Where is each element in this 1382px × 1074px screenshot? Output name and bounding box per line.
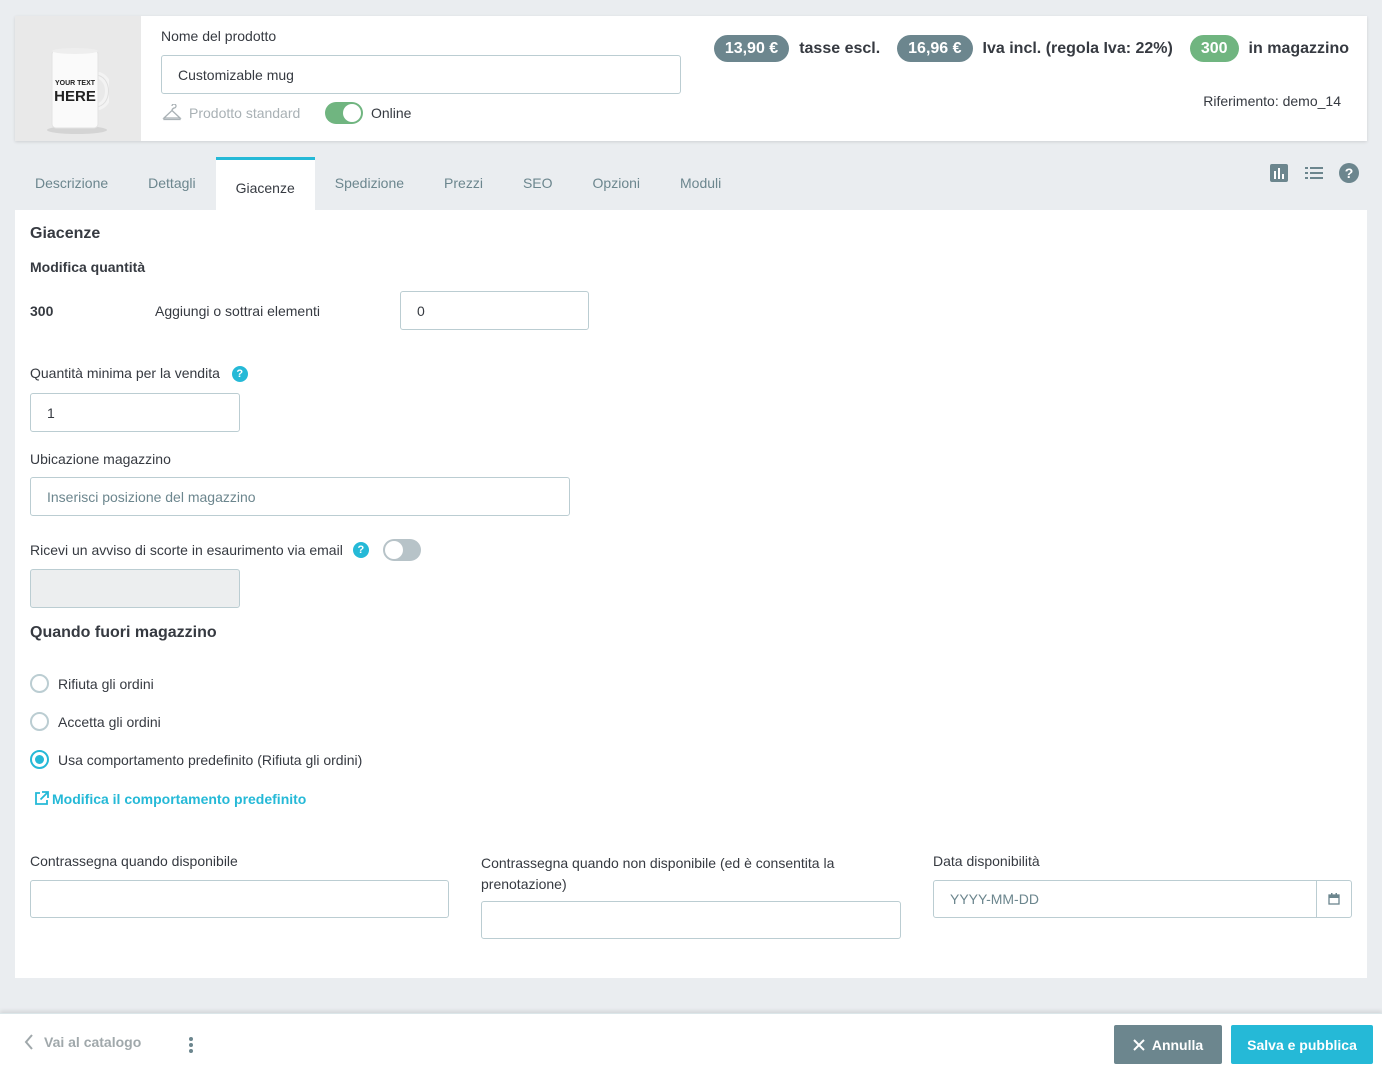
radio-accept-orders[interactable]: Accetta gli ordini: [30, 712, 161, 731]
price-incl-badge: 16,96 €: [897, 35, 973, 62]
calendar-icon: [1328, 893, 1340, 905]
back-to-catalog[interactable]: Vai al catalogo: [24, 1034, 141, 1050]
radio-deny-orders[interactable]: Rifiuta gli ordini: [30, 674, 154, 693]
reference: Riferimento: demo_14: [1203, 93, 1341, 109]
unavailable-label: Contrassegna quando non disponibile (ed …: [481, 855, 835, 892]
edit-default-label: Modifica il comportamento predefinito: [52, 790, 307, 807]
min-qty-label: Quantità minima per la vendita: [30, 365, 220, 381]
price-excl-badge: 13,90 €: [713, 35, 790, 62]
min-qty-input[interactable]: 1: [30, 393, 240, 432]
more-options-icon[interactable]: [188, 1036, 194, 1057]
current-quantity: 300: [30, 303, 54, 319]
tab-dettagli[interactable]: Dettagli: [128, 157, 215, 210]
radio-label: Accetta gli ordini: [58, 713, 161, 730]
low-stock-threshold-input: [30, 569, 240, 608]
radio-button[interactable]: [30, 674, 49, 693]
available-input[interactable]: [30, 880, 449, 918]
tab-descrizione[interactable]: Descrizione: [15, 157, 128, 210]
tab-tools: ?: [1268, 162, 1373, 187]
low-stock-row: Ricevi un avviso di scorte in esauriment…: [30, 539, 421, 561]
list-icon[interactable]: [1303, 162, 1325, 187]
min-qty-row: Quantità minima per la vendita ?: [30, 365, 248, 383]
product-type-label: Prodotto standard: [189, 105, 301, 121]
product-type[interactable]: Prodotto standard: [162, 104, 300, 122]
tab-moduli[interactable]: Moduli: [660, 157, 741, 210]
footer-bar: Vai al catalogo Annulla Salva e pubblica: [0, 1013, 1382, 1074]
panel-title: Giacenze: [30, 225, 101, 242]
low-stock-toggle[interactable]: [382, 539, 421, 561]
cancel-button[interactable]: Annulla: [1114, 1025, 1222, 1064]
product-name-input[interactable]: Customizable mug: [161, 55, 681, 94]
available-label: Contrassegna quando disponibile: [30, 853, 238, 869]
external-link-icon: [35, 791, 49, 805]
help-icon[interactable]: ?: [1338, 162, 1360, 187]
date-label: Data disponibilità: [933, 853, 1040, 869]
hanger-icon: [162, 104, 182, 121]
price-incl-label: Iva incl. (regola Iva: 22%): [982, 39, 1173, 57]
help-icon[interactable]: ?: [352, 542, 369, 558]
stock-label: in magazzino: [1248, 39, 1349, 57]
radio-label: Usa comportamento predefinito (Rifiuta g…: [58, 751, 363, 768]
radio-button[interactable]: [30, 712, 49, 731]
radio-button[interactable]: [30, 750, 49, 769]
save-publish-button[interactable]: Salva e pubblica: [1231, 1025, 1373, 1064]
stock-panel: Giacenze Modifica quantità 300 Aggiungi …: [15, 210, 1367, 978]
add-quantity-input[interactable]: 0: [400, 291, 589, 330]
online-label: Online: [371, 105, 412, 121]
stock-badge: 300: [1189, 35, 1239, 62]
calendar-button[interactable]: [1316, 881, 1351, 917]
date-input[interactable]: YYYY-MM-DD: [933, 880, 1352, 918]
product-header: YOUR TEXT HERE Nome del prodotto Customi…: [15, 16, 1367, 141]
help-icon[interactable]: ?: [231, 366, 248, 383]
add-quantity-label: Aggiungi o sottrai elementi: [155, 303, 320, 319]
back-label: Vai al catalogo: [44, 1034, 142, 1050]
mug-text-2: HERE: [54, 88, 96, 105]
product-image[interactable]: YOUR TEXT HERE: [15, 16, 141, 141]
tab-opzioni[interactable]: Opzioni: [573, 157, 660, 210]
tab-seo[interactable]: SEO: [503, 157, 573, 210]
date-placeholder: YYYY-MM-DD: [950, 891, 1039, 907]
tab-giacenze[interactable]: Giacenze: [215, 157, 315, 210]
out-of-stock-title: Quando fuori magazzino: [30, 624, 217, 641]
location-input[interactable]: Inserisci posizione del magazzino: [30, 477, 570, 516]
tab-prezzi[interactable]: Prezzi: [424, 157, 503, 210]
chevron-left-icon: [24, 1034, 33, 1050]
product-tabs: Descrizione Dettagli Giacenze Spedizione…: [15, 157, 741, 210]
low-stock-label: Ricevi un avviso di scorte in esauriment…: [30, 542, 343, 558]
radio-label: Rifiuta gli ordini: [58, 675, 154, 692]
mug-image: YOUR TEXT HERE: [47, 48, 109, 134]
edit-default-link[interactable]: Modifica il comportamento predefinito: [33, 790, 306, 807]
close-icon: [1133, 1038, 1145, 1051]
product-name-label: Nome del prodotto: [161, 28, 277, 44]
unavailable-input[interactable]: [481, 901, 901, 939]
panel-subtitle: Modifica quantità: [30, 259, 146, 275]
radio-default-behavior[interactable]: Usa comportamento predefinito (Rifiuta g…: [30, 750, 362, 769]
cancel-label: Annulla: [1151, 1036, 1204, 1053]
price-summary: 13,90 € tasse escl. 16,96 € Iva incl. (r…: [713, 35, 1349, 62]
price-excl-label: tasse escl.: [799, 39, 881, 57]
location-label: Ubicazione magazzino: [30, 451, 171, 467]
mug-text-1: YOUR TEXT: [55, 80, 96, 87]
svg-text:?: ?: [1345, 165, 1354, 181]
online-toggle[interactable]: [325, 102, 363, 124]
tab-spedizione[interactable]: Spedizione: [315, 157, 424, 210]
online-switch[interactable]: Online: [325, 102, 411, 124]
stats-icon[interactable]: [1268, 162, 1290, 187]
